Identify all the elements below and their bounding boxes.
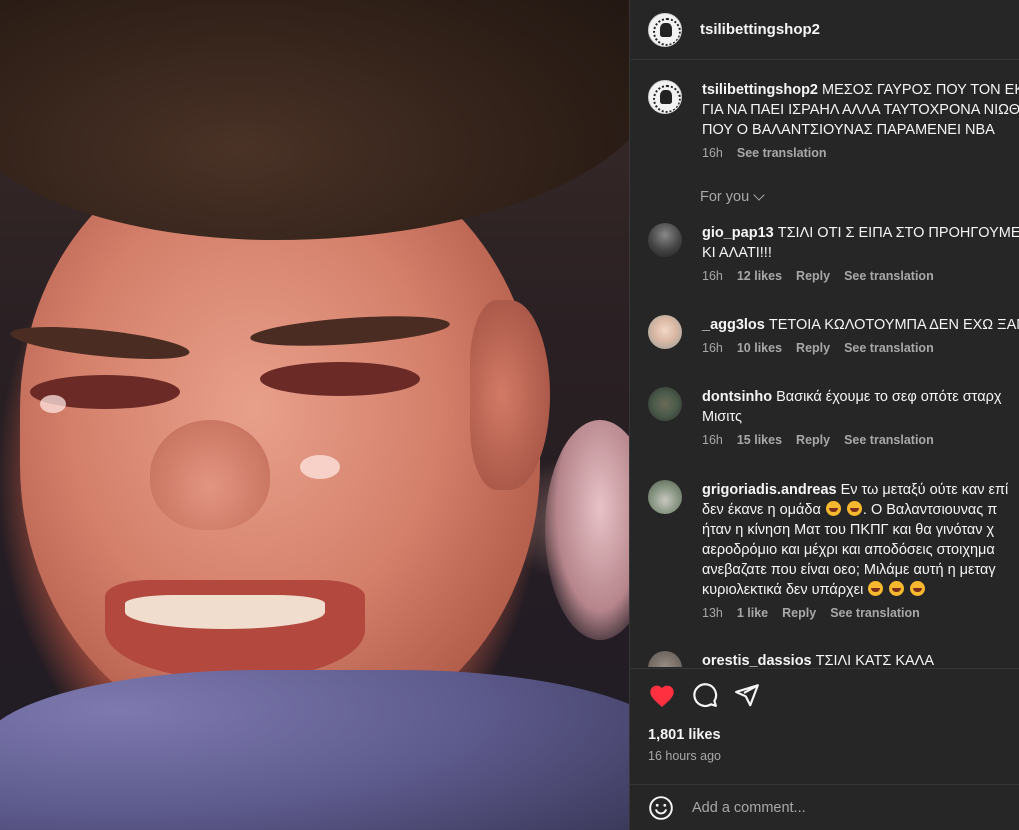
see-translation-button[interactable]: See translation <box>844 269 934 283</box>
ear-shape <box>470 300 550 490</box>
laughing-emoji-icon <box>825 501 841 516</box>
laughing-emoji-icon <box>846 501 862 516</box>
comment-text: δεν έκανε η ομάδα <box>702 502 821 518</box>
see-translation-button[interactable]: See translation <box>844 433 934 447</box>
comment-row: orestis_dassios ΤΣΙΛΙ ΚΑΤΣ ΚΑΛΑ <box>648 651 1019 667</box>
tear-left <box>40 395 66 413</box>
laughing-emoji-icon <box>889 581 905 596</box>
comment-icon[interactable] <box>692 682 718 708</box>
commenter-username[interactable]: grigoriadis.andreas <box>702 482 837 498</box>
comment-filter-label: For you <box>700 189 750 205</box>
caption-line-2: ΓΙΑ ΝΑ ΠΑΕΙ ΙΣΡΑΗΛ ΑΛΛΑ ΤΑΥΤΟΧΡΟΝΑ ΝΙΩΘ <box>702 102 1019 118</box>
comment-text: αεροδρόμιο και μέχρι και αποδόσεις στοιχ… <box>702 542 995 558</box>
caption-line-1: ΜΕΣΟΣ ΓΑΥΡΟΣ ΠΟΥ ΤΟΝ ΕΚ <box>822 82 1019 98</box>
comment-text: ΤΣΙΛΙ ΚΑΤΣ ΚΑΛΑ <box>815 653 935 667</box>
hoodie-shape <box>0 670 629 830</box>
chevron-down-icon <box>753 189 765 201</box>
likes-count[interactable]: 1,801 likes <box>648 727 721 743</box>
comment-row: dontsinho Βασικά έχουμε το σεφ οπότε σταρ… <box>648 387 1019 447</box>
commenter-username[interactable]: gio_pap13 <box>702 225 774 241</box>
comment-filter-dropdown[interactable]: For you <box>700 189 765 205</box>
post-side-panel: tsilibettingshop2 tsilibettingshop2 ΜΕΣΟΣ… <box>629 0 1019 830</box>
heart-icon[interactable] <box>648 682 676 708</box>
comment-text: ΤΣΙΛΙ ΟΤΙ Σ ΕΙΠΑ ΣΤΟ ΠΡΟΗΓΟΥΜΕΝ <box>777 225 1019 241</box>
post-viewer: tsilibettingshop2 tsilibettingshop2 ΜΕΣΟΣ… <box>0 0 1019 830</box>
comment-time: 16h <box>702 433 723 447</box>
account-avatar[interactable] <box>648 12 682 47</box>
caption-see-translation[interactable]: See translation <box>737 146 827 160</box>
post-header: tsilibettingshop2 <box>630 0 1019 60</box>
comment-input[interactable] <box>692 799 992 816</box>
caption-row: tsilibettingshop2 ΜΕΣΟΣ ΓΑΥΡΟΣ ΠΟΥ ΤΟΝ ΕΚ… <box>648 80 1019 160</box>
commenter-username[interactable]: dontsinho <box>702 389 772 405</box>
laughing-emoji-icon <box>868 581 884 596</box>
see-translation-button[interactable]: See translation <box>844 341 934 355</box>
action-bar <box>630 668 1019 728</box>
caption-line-3: ΠΟΥ Ο ΒΑΛΑΝΤΣΙΟΥΝΑΣ ΠΑΡΑΜΕΝΕΙ ΝΒΑ <box>702 122 995 138</box>
comment-time: 13h <box>702 606 723 620</box>
reply-button[interactable]: Reply <box>782 606 816 620</box>
share-icon[interactable] <box>734 682 760 708</box>
nose-shape <box>150 420 270 530</box>
post-image[interactable] <box>0 0 629 830</box>
comment-text: . Ο Βαλαντσιουνας π <box>862 502 998 518</box>
comment-likes[interactable]: 15 likes <box>737 433 782 447</box>
commenter-avatar[interactable] <box>648 480 682 514</box>
commenter-username[interactable]: _agg3los <box>702 317 765 333</box>
comment-text: ΚΙ ΑΛΑΤΙ!!! <box>702 245 772 261</box>
teeth-shape <box>125 595 325 629</box>
post-timestamp: 16 hours ago <box>648 749 721 763</box>
tear-right <box>300 455 340 479</box>
see-translation-button[interactable]: See translation <box>830 606 920 620</box>
commenter-avatar[interactable] <box>648 223 682 257</box>
laughing-emoji-icon <box>910 581 926 596</box>
comment-text: Εν τω μεταξύ ούτε καν επί <box>840 482 1009 498</box>
background-figure <box>545 420 629 640</box>
caption-avatar[interactable] <box>648 80 682 114</box>
header-username[interactable]: tsilibettingshop2 <box>700 21 820 38</box>
commenter-username[interactable]: orestis_dassios <box>702 653 812 667</box>
hair-shape <box>0 0 629 240</box>
commenter-avatar[interactable] <box>648 651 682 667</box>
reply-button[interactable]: Reply <box>796 433 830 447</box>
commenter-avatar[interactable] <box>648 315 682 349</box>
commenter-avatar[interactable] <box>648 387 682 421</box>
caption-username[interactable]: tsilibettingshop2 <box>702 82 818 98</box>
comment-row: gio_pap13 ΤΣΙΛΙ ΟΤΙ Σ ΕΙΠΑ ΣΤΟ ΠΡΟΗΓΟΥΜΕΝ… <box>648 223 1019 283</box>
comment-text: Μισιτς <box>702 409 742 425</box>
comment-text: Βασικά έχουμε το σεφ οπότε σταρχ <box>776 389 1002 405</box>
comments-list[interactable]: tsilibettingshop2 ΜΕΣΟΣ ΓΑΥΡΟΣ ΠΟΥ ΤΟΝ ΕΚ… <box>630 61 1019 667</box>
comment-text: ανεβαζατε που είναι οεο; Μιλάμε αυτή η μ… <box>702 562 996 578</box>
emoji-icon[interactable] <box>648 795 674 821</box>
comment-time: 16h <box>702 341 723 355</box>
comment-likes[interactable]: 1 like <box>737 606 768 620</box>
comment-text: ΤΕΤΟΙΑ ΚΩΛΟΤΟΥΜΠΑ ΔΕΝ ΕΧΩ ΞΑΝ <box>768 317 1019 333</box>
right-eye <box>260 362 420 396</box>
comment-likes[interactable]: 10 likes <box>737 341 782 355</box>
reply-button[interactable]: Reply <box>796 269 830 283</box>
comment-text: κυριολεκτικά δεν υπάρχει <box>702 582 864 598</box>
comment-row: grigoriadis.andreas Εν τω μεταξύ ούτε καν… <box>648 480 1019 620</box>
caption-time: 16h <box>702 146 723 160</box>
comment-text: ήταν η κίνηση Ματ του ΠΚΠΓ και θα γινότα… <box>702 522 995 538</box>
comment-row: _agg3los ΤΕΤΟΙΑ ΚΩΛΟΤΟΥΜΠΑ ΔΕΝ ΕΧΩ ΞΑΝ 16… <box>648 315 1019 355</box>
add-comment-bar <box>630 784 1019 830</box>
comment-time: 16h <box>702 269 723 283</box>
reply-button[interactable]: Reply <box>796 341 830 355</box>
comment-likes[interactable]: 12 likes <box>737 269 782 283</box>
